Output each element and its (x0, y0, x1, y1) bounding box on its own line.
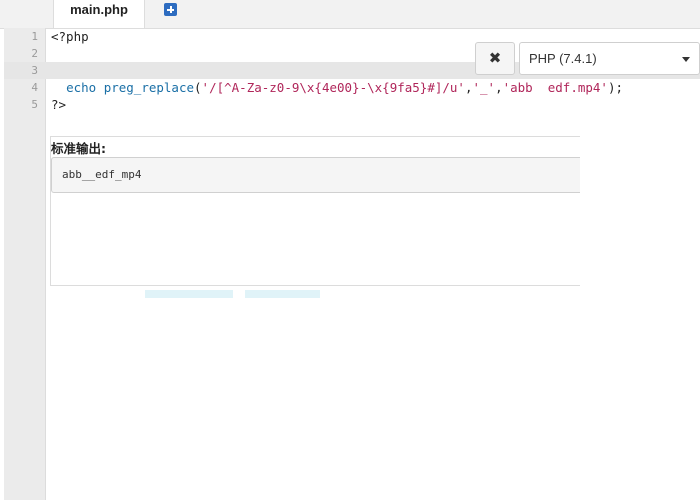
code-function-name: preg_replace (103, 80, 195, 95)
cut-off-chip (145, 290, 233, 298)
cut-off-chip (245, 290, 320, 298)
line-number: 4 (31, 81, 38, 94)
code-pattern-string: '/[^A-Za-z0-9\x{4e00}-\x{9fa5}#]/u' (201, 80, 465, 95)
line-number: 3 (31, 64, 38, 77)
output-box: abb__edf_mp4 (51, 157, 580, 193)
code-keyword-echo: echo (66, 80, 97, 95)
php-version-value: PHP (7.4.1) (529, 51, 597, 66)
code-line-4[interactable]: echo preg_replace('/[^A-Za-z0-9\x{4e00}-… (51, 79, 623, 96)
cut-off-row (50, 290, 330, 298)
code-subject-string: 'abb edf.mp4' (502, 80, 608, 95)
tab-bar: main.php (0, 0, 700, 29)
tab-main-php[interactable]: main.php (53, 0, 145, 28)
chevron-down-icon (682, 57, 690, 62)
output-label: 标准输出: (51, 141, 106, 156)
code-comma: , (495, 80, 503, 95)
code-close: ); (607, 80, 624, 95)
tab-label: main.php (70, 2, 128, 17)
code-replacement-string: '_' (472, 80, 496, 95)
close-button[interactable]: ✖ (475, 42, 515, 75)
code-line-5[interactable]: ?> (51, 96, 66, 113)
php-version-select[interactable]: PHP (7.4.1) (519, 42, 700, 75)
output-value: abb__edf_mp4 (62, 168, 142, 181)
line-number: 1 (31, 30, 38, 43)
code-line-1[interactable]: <?php (51, 28, 89, 45)
add-tab-icon[interactable] (164, 3, 177, 16)
close-icon: ✖ (488, 49, 502, 67)
code-open-paren: ( (194, 80, 202, 95)
line-number: 5 (31, 98, 38, 111)
line-number: 2 (31, 47, 38, 60)
